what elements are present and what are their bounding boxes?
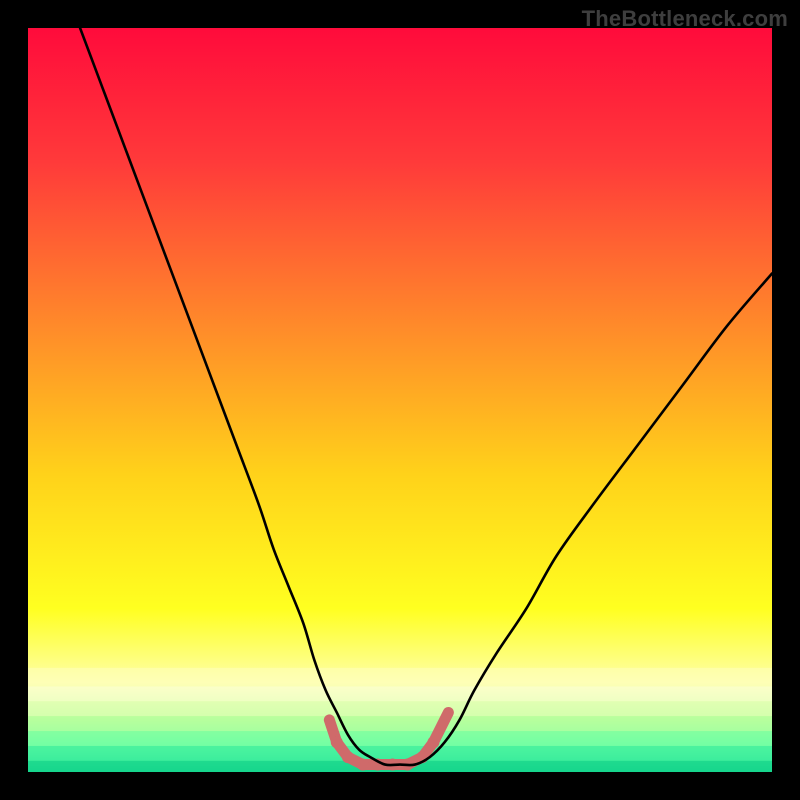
chart-band <box>28 668 772 687</box>
valley-marker-dot <box>331 736 343 748</box>
chart-band <box>28 716 772 731</box>
chart-svg <box>28 28 772 772</box>
chart-band <box>28 701 772 716</box>
chart-frame: TheBottleneck.com <box>0 0 800 800</box>
valley-marker-dot <box>437 723 445 731</box>
valley-marker-dot <box>427 736 439 748</box>
chart-band <box>28 746 772 761</box>
chart-plot-area <box>28 28 772 772</box>
chart-background <box>28 28 772 772</box>
valley-marker-dot <box>325 716 333 724</box>
chart-band <box>28 731 772 746</box>
valley-marker-dot <box>444 708 452 716</box>
watermark-text: TheBottleneck.com <box>582 6 788 32</box>
valley-marker-dot <box>357 759 369 771</box>
valley-marker-dot <box>342 751 354 763</box>
chart-band <box>28 686 772 701</box>
